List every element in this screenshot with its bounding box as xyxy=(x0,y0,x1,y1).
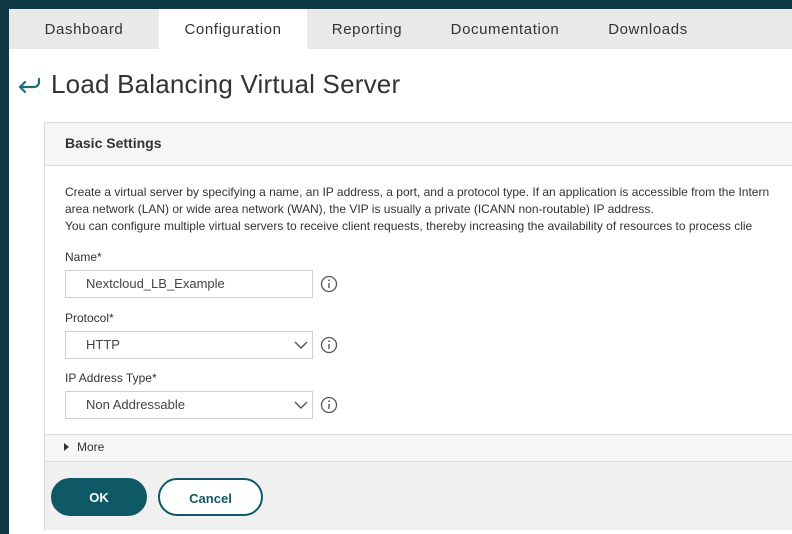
left-edge-strip xyxy=(0,0,9,534)
basic-settings-panel: Basic Settings Create a virtual server b… xyxy=(44,122,792,530)
description-line-2: area network (LAN) or wide area network … xyxy=(65,202,654,216)
name-input[interactable]: Nextcloud_LB_Example xyxy=(65,270,313,298)
info-icon[interactable] xyxy=(320,336,338,354)
back-arrow-icon[interactable] xyxy=(17,73,43,99)
info-icon[interactable] xyxy=(320,275,338,293)
page-title: Load Balancing Virtual Server xyxy=(51,69,401,99)
panel-description: Create a virtual server by specifying a … xyxy=(65,184,792,235)
protocol-select-value: HTTP xyxy=(86,337,120,352)
chevron-down-icon xyxy=(294,401,308,409)
more-label: More xyxy=(77,440,105,454)
tab-configuration[interactable]: Configuration xyxy=(159,9,307,49)
panel-header: Basic Settings xyxy=(45,123,792,166)
more-toggle[interactable]: More xyxy=(45,434,792,461)
tab-documentation[interactable]: Documentation xyxy=(427,9,583,49)
ip-address-type-select[interactable]: Non Addressable xyxy=(65,391,313,419)
description-line-1: Create a virtual server by specifying a … xyxy=(65,185,770,199)
chevron-down-icon xyxy=(294,341,308,349)
ok-button[interactable]: OK xyxy=(51,478,147,516)
tab-downloads[interactable]: Downloads xyxy=(583,9,713,49)
main-nav-tabs: Dashboard Configuration Reporting Docume… xyxy=(9,9,792,49)
ip-address-type-label: IP Address Type* xyxy=(65,371,157,385)
panel-title: Basic Settings xyxy=(65,135,162,151)
tab-dashboard[interactable]: Dashboard xyxy=(9,9,159,49)
top-bar xyxy=(0,0,792,9)
content-area: Load Balancing Virtual Server Basic Sett… xyxy=(9,49,792,534)
protocol-label: Protocol* xyxy=(65,311,114,325)
caret-right-icon xyxy=(64,443,69,451)
tab-reporting[interactable]: Reporting xyxy=(307,9,427,49)
form-footer: OK Cancel xyxy=(45,461,792,530)
protocol-select[interactable]: HTTP xyxy=(65,331,313,359)
ip-address-type-select-value: Non Addressable xyxy=(86,397,186,412)
cancel-button[interactable]: Cancel xyxy=(158,478,263,516)
name-label: Name* xyxy=(65,250,102,264)
description-line-3: You can configure multiple virtual serve… xyxy=(65,219,753,233)
info-icon[interactable] xyxy=(320,396,338,414)
